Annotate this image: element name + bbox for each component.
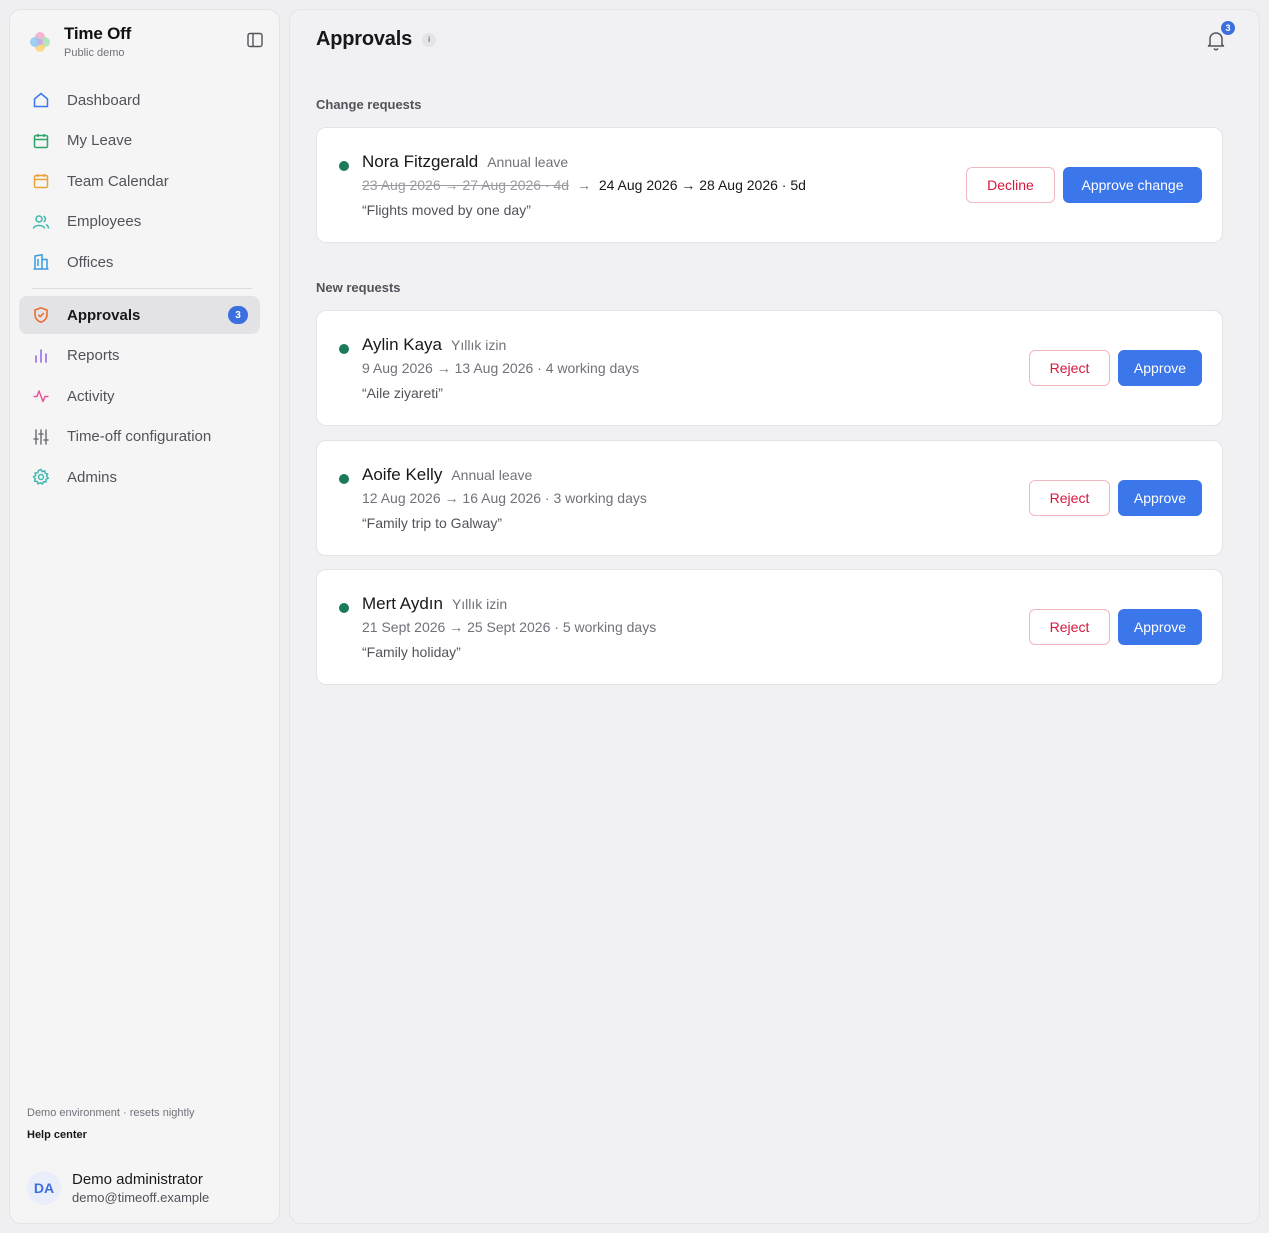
sidebar-nav: Dashboard My Leave Team Calendar Employe… [19,81,260,499]
sidebar-item-reports[interactable]: Reports [19,337,260,375]
demo-note: Demo environment · resets nightly [27,1107,195,1119]
new-dates: 24 Aug 2026 → 28 Aug 2026 · 5d [598,177,806,193]
help-center-link[interactable]: Help center [27,1129,195,1141]
status-dot [339,161,349,171]
sidebar-item-dashboard[interactable]: Dashboard [19,81,260,119]
reject-button[interactable]: Reject [1029,350,1110,386]
leave-type: Yıllık izin [451,337,507,353]
brand: Time Off Public demo [28,24,131,59]
calendar-icon [32,172,50,190]
reject-button[interactable]: Reject [1029,609,1110,645]
status-dot [339,344,349,354]
approve-button[interactable]: Approve [1118,350,1202,386]
sidebar-item-label: Offices [67,253,114,271]
request-card: Aylin Kaya Yıllık izin 9 Aug 2026 → 13 A… [316,310,1223,426]
sidebar-footer: Demo environment · resets nightly Help c… [27,1107,195,1141]
activity-icon [32,387,50,405]
sidebar-item-approvals[interactable]: Approvals 3 [19,296,260,334]
approvals-count-badge: 3 [228,306,248,324]
users-icon [32,213,50,231]
request-dates: 12 Aug 2026 → 16 Aug 2026 · 3 working da… [362,490,647,506]
app-subtitle: Public demo [64,47,125,59]
change-request-card: Nora Fitzgerald Annual leave 23 Aug 2026… [316,127,1223,243]
approve-button[interactable]: Approve [1118,480,1202,516]
sidebar-divider [32,288,252,289]
change-arrow: → [576,177,591,193]
sidebar-item-admins[interactable]: Admins [19,458,260,496]
shield-check-icon [32,306,50,324]
page-title: Approvals i [316,28,437,51]
avatar: DA [27,1171,61,1205]
user-name: Demo administrator [72,1171,203,1188]
request-note: “Family trip to Galway” [362,515,503,531]
sidebar-item-employees[interactable]: Employees [19,203,260,241]
calendar-icon [32,132,50,150]
request-note: “Flights moved by one day” [362,202,531,218]
approve-button[interactable]: Approve [1118,609,1202,645]
sidebar-item-activity[interactable]: Activity [19,377,260,415]
main-panel: Approvals i 3 Change requests Nora Fitzg… [289,9,1260,1224]
sidebar-item-label: Employees [67,213,142,230]
request-card: Aoife Kelly Annual leave 12 Aug 2026 → 1… [316,440,1223,556]
sidebar-item-label: My Leave [67,132,133,149]
request-card: Mert Aydın Yıllık izin 21 Sept 2026 → 25… [316,569,1223,685]
sidebar-item-label: Reports [67,347,120,364]
leave-type: Annual leave [451,467,533,483]
home-icon [32,91,50,109]
sidebar-item-offices[interactable]: Offices [19,243,260,281]
sidebar-item-label: Dashboard [67,91,141,109]
sidebar-item-label: Approvals [67,306,141,324]
leave-type: Annual leave [487,154,569,170]
employee-name: Aylin Kaya [362,335,443,354]
status-dot [339,474,349,484]
gear-icon [32,468,50,486]
building-icon [32,253,50,271]
reject-button[interactable]: Reject [1029,480,1110,516]
sidebar-item-label: Admins [67,468,118,486]
request-note: “Aile ziyareti” [362,385,443,401]
leave-type: Yıllık izin [451,596,508,612]
app-title: Time Off [64,24,132,43]
sidebar: Time Off Public demo Dashboard My Leave … [9,9,280,1224]
notification-badge: 3 [1219,19,1237,37]
date-change: 23 Aug 2026 → 27 Aug 2026 · 4d → 24 Aug … [362,177,806,193]
sidebar-toggle-icon[interactable] [246,31,264,49]
status-dot [339,603,349,613]
employee-name: Nora Fitzgerald [362,152,479,171]
page-title-text: Approvals [316,28,413,50]
old-dates: 23 Aug 2026 → 27 Aug 2026 · 4d [362,177,570,193]
user-profile[interactable]: DA Demo administrator demo@timeoff.examp… [27,1171,209,1205]
section-title-change-requests: Change requests [316,97,422,112]
sidebar-item-team-calendar[interactable]: Team Calendar [19,162,260,200]
user-email: demo@timeoff.example [72,1190,210,1205]
sidebar-item-label: Time-off configuration [67,428,212,445]
decline-button[interactable]: Decline [966,167,1055,203]
bar-chart-icon [32,347,50,365]
logo-icon [30,31,50,52]
sliders-icon [32,428,50,446]
info-icon[interactable]: i [422,32,437,47]
sidebar-item-label: Activity [67,387,115,405]
employee-name: Aoife Kelly [362,465,443,484]
request-dates: 9 Aug 2026 → 13 Aug 2026 · 4 working day… [362,360,640,376]
sidebar-item-label: Team Calendar [67,172,169,190]
request-dates: 21 Sept 2026 → 25 Sept 2026 · 5 working … [362,619,657,635]
sidebar-item-time-off-configuration[interactable]: Time-off configuration [19,418,260,456]
approve-change-button[interactable]: Approve change [1063,167,1202,203]
employee-name: Mert Aydın [362,594,443,613]
section-title-new-requests: New requests [316,280,401,295]
sidebar-item-my-leave[interactable]: My Leave [19,122,260,160]
request-note: “Family holiday” [362,644,461,660]
